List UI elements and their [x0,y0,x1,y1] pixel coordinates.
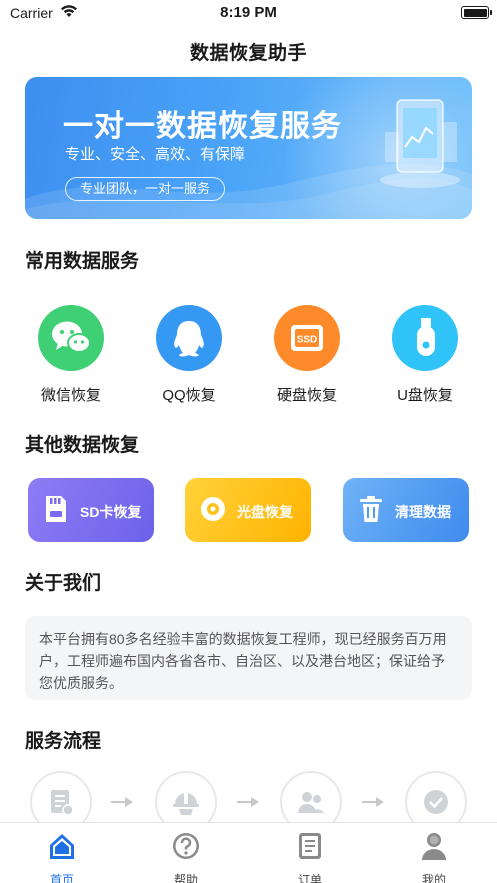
section-title-other-recovery: 其他数据恢复 [25,435,140,456]
tab-home-label: 首页 [49,873,74,883]
banner-subtitle: 专业、安全、高效、有保障 [65,146,246,163]
banner-pill: 专业团队，一对一服务 [65,177,226,201]
section-title-about: 关于我们 [25,573,102,594]
engineer-icon [173,792,199,815]
profile-icon [422,833,446,860]
wechat-icon [38,305,104,371]
data-device-illustration [380,99,460,188]
status-bar: Carrier 8:19 PM [0,0,497,26]
help-icon [173,833,199,859]
ssd-icon: SSD [274,305,340,371]
hard-disk-recovery-button[interactable]: SSD 硬盘恢复 [257,305,357,405]
clean-data-label: 清理数据 [395,504,451,520]
customer-service-icon [298,792,324,813]
clock: 8:19 PM [220,4,277,21]
tab-profile[interactable]: 我的 [399,831,469,883]
qq-icon [156,305,222,371]
disc-recovery-button[interactable]: 光盘恢复 [185,478,311,542]
arrow-icon [362,797,384,807]
section-title-common-services: 常用数据服务 [25,251,140,272]
tab-profile-label: 我的 [421,873,446,883]
tab-home[interactable]: 首页 [27,831,97,883]
banner-title: 一对一数据恢复服务 [63,110,342,143]
svg-text:SSD: SSD [297,335,318,346]
page-title: 数据恢复助手 [189,43,307,64]
battery-icon [461,6,492,19]
wechat-recovery-label: 微信恢复 [40,387,101,404]
sd-card-recovery-button[interactable]: SD卡恢复 [28,478,154,542]
qq-recovery-button[interactable]: QQ恢复 [139,305,239,405]
checkmark-icon [424,790,448,814]
trash-icon [360,496,382,522]
order-form-icon [51,790,74,816]
sd-card-icon [46,496,66,522]
usb-drive-icon [392,305,458,371]
order-icon [299,833,321,859]
tab-bar: 首页 帮助 订单 我的 [0,822,497,883]
sd-card-recovery-label: SD卡恢复 [80,504,142,520]
disc-icon [201,497,225,521]
promo-banner[interactable]: 一对一数据恢复服务 专业、安全、高效、有保障 专业团队，一对一服务 [25,77,472,219]
arrow-icon [111,797,133,807]
tab-orders-label: 订单 [297,873,322,883]
wechat-recovery-button[interactable]: 微信恢复 [21,305,121,405]
clean-data-button[interactable]: 清理数据 [343,478,469,542]
hard-disk-recovery-label: 硬盘恢复 [276,387,337,404]
qq-recovery-label: QQ恢复 [162,387,216,404]
usb-recovery-button[interactable]: U盘恢复 [375,305,475,405]
tab-help[interactable]: 帮助 [151,831,221,883]
section-title-process: 服务流程 [25,731,102,752]
home-icon [50,834,74,859]
usb-recovery-label: U盘恢复 [397,387,453,404]
tab-orders[interactable]: 订单 [275,831,345,883]
arrow-icon [237,797,259,807]
tab-help-label: 帮助 [173,873,198,883]
about-description: 本平台拥有80多名经验丰富的数据恢复工程师，现已经服务百万用户，工程师遍布国内各… [25,616,472,700]
disc-recovery-label: 光盘恢复 [237,504,293,520]
